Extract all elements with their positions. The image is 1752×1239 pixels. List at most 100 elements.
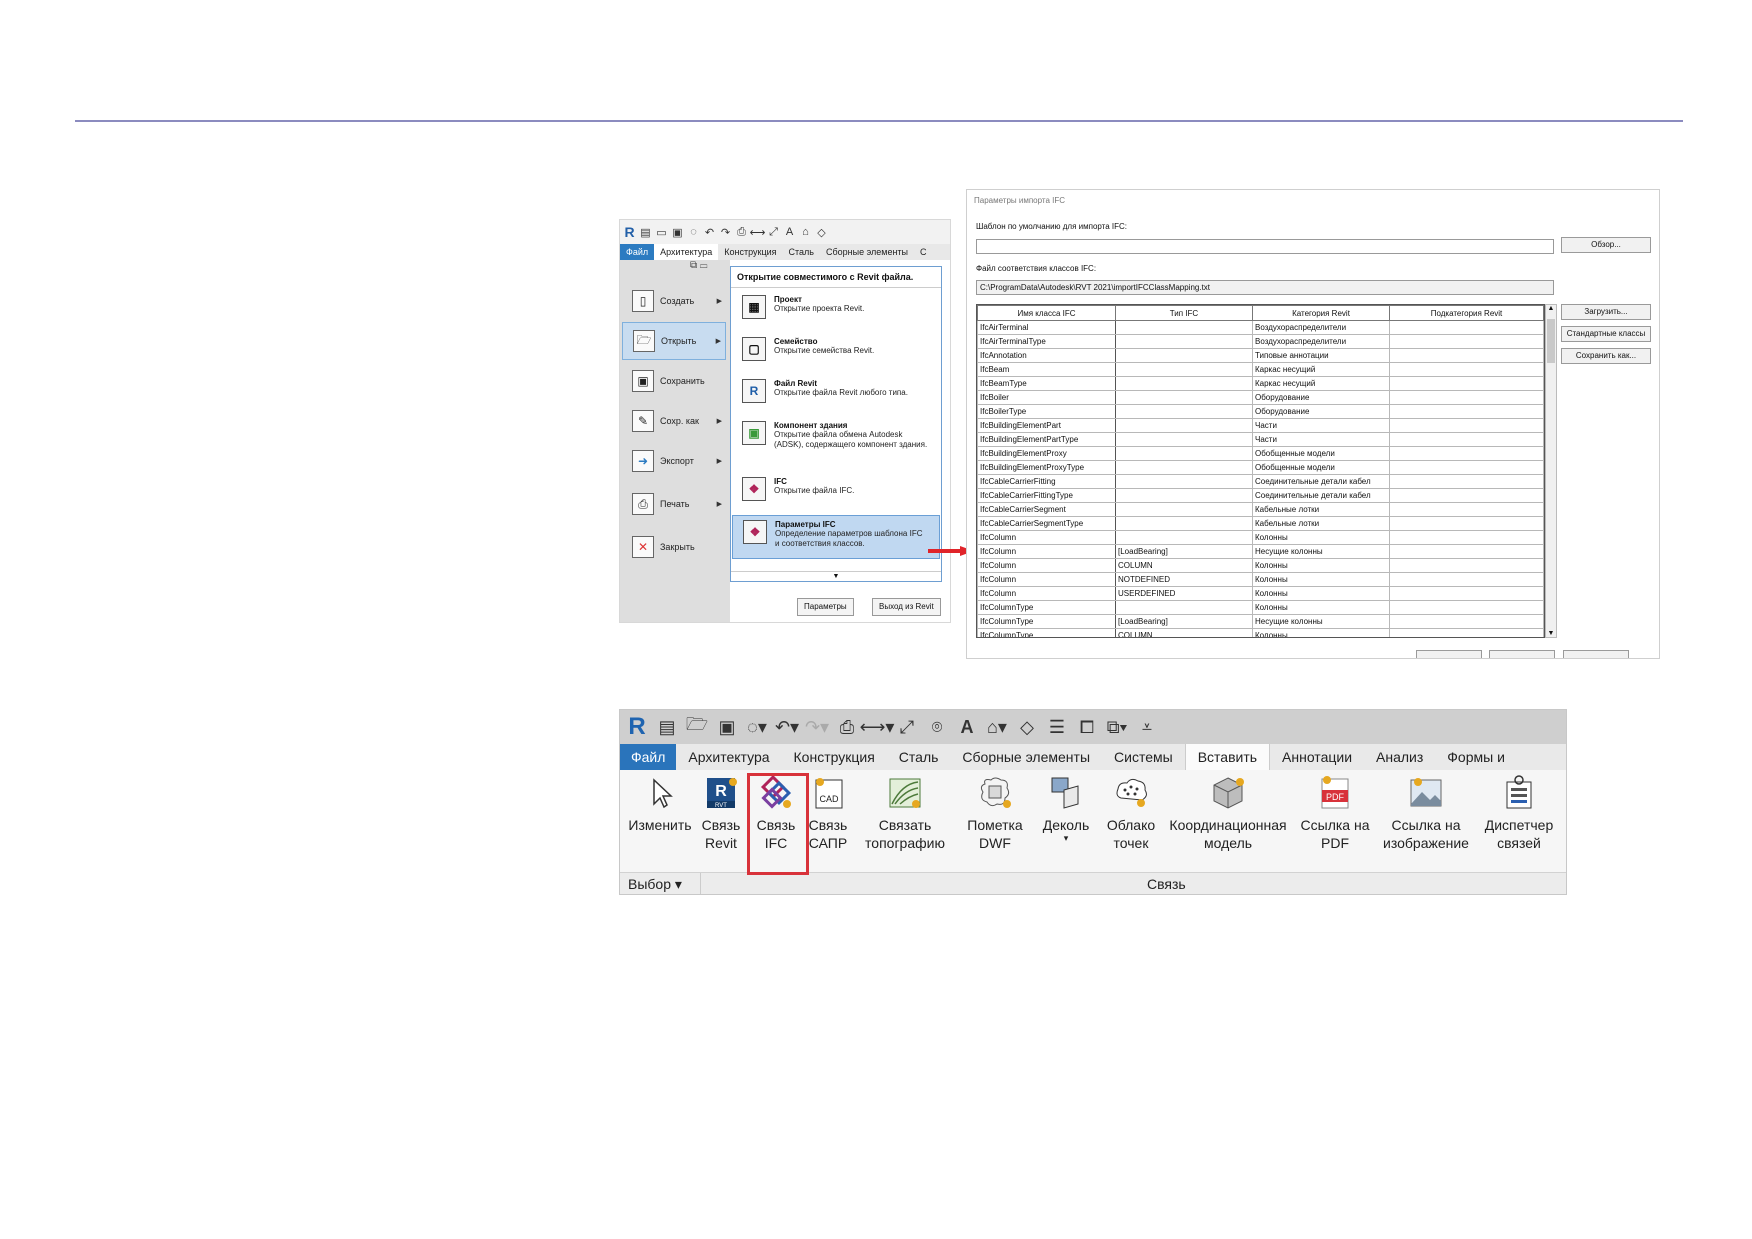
menu-close[interactable]: ✕ Закрыть (622, 528, 726, 566)
table-cell[interactable] (1115, 376, 1253, 391)
section-icon[interactable]: ◇ (1016, 717, 1038, 738)
table-cell[interactable]: Типовые аннотации (1252, 348, 1390, 363)
table-row[interactable]: IfcCableCarrierSegmentType Кабельные лотк… (977, 516, 1544, 531)
table-cell[interactable] (1115, 418, 1253, 433)
coordination-model-button[interactable]: Координационная модель (1164, 774, 1292, 852)
submenu-family[interactable]: ▢ Семейство Открытие семейства Revit. (732, 333, 940, 365)
table-cell[interactable]: Части (1252, 418, 1390, 433)
revit-logo[interactable]: R (623, 224, 636, 240)
recent-docs-icon[interactable]: ⧉ ▭ (690, 260, 708, 271)
tab-structure[interactable]: Конструкция (782, 744, 887, 770)
thin-lines-icon[interactable]: ☰ (1046, 717, 1068, 738)
table-cell[interactable]: IfcAirTerminal (977, 320, 1116, 335)
table-cell[interactable] (1389, 572, 1544, 587)
submenu-building-component[interactable]: ▣ Компонент здания Открытие файла обмена … (732, 417, 940, 454)
table-cell[interactable]: Соединительные детали кабел (1252, 474, 1390, 489)
column-header[interactable]: Подкатегория Revit (1389, 305, 1544, 321)
pdf-link-button[interactable]: PDF Ссылка на PDF (1295, 774, 1375, 852)
menu-open[interactable]: 🗁 Открыть ▶ (622, 322, 726, 360)
table-cell[interactable]: IfcCableCarrierFittingType (977, 488, 1116, 503)
table-cell[interactable]: Оборудование (1252, 390, 1390, 405)
close-hidden-icon[interactable]: ⧠ (1076, 717, 1098, 738)
table-cell[interactable] (1115, 530, 1253, 545)
table-cell[interactable]: IfcColumnType (977, 600, 1116, 615)
submenu-ifc-options[interactable]: ❖ Параметры IFC Определение параметров ша… (732, 515, 940, 559)
home-icon[interactable]: ▤ (639, 226, 652, 239)
table-cell[interactable]: COLUMN (1115, 558, 1253, 573)
ok-button[interactable] (1416, 650, 1482, 658)
table-row[interactable]: IfcBeam Каркас несущий (977, 362, 1544, 377)
table-cell[interactable]: Кабельные лотки (1252, 502, 1390, 517)
table-cell[interactable]: [LoadBearing] (1115, 544, 1253, 559)
table-cell[interactable] (1389, 600, 1544, 615)
menu-print[interactable]: ⎙ Печать ▶ (622, 485, 726, 523)
table-cell[interactable]: IfcBoilerType (977, 404, 1116, 419)
table-cell[interactable] (1389, 348, 1544, 363)
table-cell[interactable] (1115, 502, 1253, 517)
tag-icon[interactable]: ⌾ (926, 717, 948, 738)
submenu-scroll-down[interactable]: ▼ (731, 571, 941, 581)
table-row[interactable]: IfcColumn NOTDEFINED Колонны (977, 572, 1544, 587)
table-cell[interactable] (1115, 600, 1253, 615)
tab-precast[interactable]: Сборные элементы (820, 244, 914, 260)
table-row[interactable]: IfcColumnType Колонны (977, 600, 1544, 615)
3d-view-icon[interactable]: ⌂ (799, 226, 812, 239)
menu-create[interactable]: ▯ Создать ▶ (622, 282, 726, 320)
menu-save-as[interactable]: ✎ Сохр. как ▶ (622, 402, 726, 440)
sync-icon[interactable]: ◌▾ (746, 717, 768, 738)
table-cell[interactable]: IfcBuildingElementPartType (977, 432, 1116, 447)
table-cell[interactable] (1389, 432, 1544, 447)
customize-qat-icon[interactable]: ⩡ (1136, 717, 1158, 738)
tab-massing-partial[interactable]: Формы и (1435, 744, 1517, 770)
table-scrollbar[interactable]: ▲ ▼ (1545, 304, 1557, 638)
table-row[interactable]: IfcBuildingElementPartType Части (977, 432, 1544, 447)
table-row[interactable]: IfcColumnType [LoadBearing] Несущие колонн… (977, 614, 1544, 629)
link-cad-button[interactable]: CAD Связь САПР (805, 774, 851, 852)
table-cell[interactable] (1115, 432, 1253, 447)
image-link-button[interactable]: Ссылка на изображение (1378, 774, 1474, 852)
table-row[interactable]: IfcColumn Колонны (977, 530, 1544, 545)
chevron-down-icon[interactable]: ▾ (1035, 834, 1097, 843)
table-cell[interactable]: Колонны (1252, 530, 1390, 545)
print-icon[interactable]: ⎙ (735, 226, 748, 239)
open-icon[interactable]: ▭ (655, 226, 668, 239)
table-cell[interactable] (1389, 502, 1544, 517)
table-cell[interactable]: IfcAnnotation (977, 348, 1116, 363)
redo-icon[interactable]: ↷▾ (805, 717, 829, 738)
print-icon[interactable]: ⎙ (836, 717, 858, 738)
table-row[interactable]: IfcBuildingElementPart Части (977, 418, 1544, 433)
table-cell[interactable] (1115, 446, 1253, 461)
table-cell[interactable]: Оборудование (1252, 404, 1390, 419)
undo-icon[interactable]: ↶▾ (775, 717, 799, 738)
tab-analyze[interactable]: Анализ (1364, 744, 1435, 770)
cancel-button[interactable] (1489, 650, 1555, 658)
point-cloud-button[interactable]: Облако точек (1100, 774, 1162, 852)
scroll-thumb[interactable] (1547, 319, 1555, 363)
table-cell[interactable]: NOTDEFINED (1115, 572, 1253, 587)
table-cell[interactable]: IfcAirTerminalType (977, 334, 1116, 349)
table-cell[interactable] (1389, 628, 1544, 637)
menu-save[interactable]: ▣ Сохранить (622, 362, 726, 400)
tab-systems-partial[interactable]: С (914, 244, 933, 260)
table-cell[interactable]: IfcColumn (977, 544, 1116, 559)
table-cell[interactable] (1389, 516, 1544, 531)
table-cell[interactable] (1389, 474, 1544, 489)
table-cell[interactable]: IfcColumnType (977, 614, 1116, 629)
modify-button[interactable]: Изменить (628, 774, 692, 834)
table-cell[interactable] (1389, 404, 1544, 419)
section-icon[interactable]: ◇ (815, 226, 828, 239)
text-icon[interactable]: A (783, 226, 796, 239)
submenu-revit-file[interactable]: R Файл Revit Открытие файла Revit любого … (732, 375, 940, 407)
table-cell[interactable] (1115, 460, 1253, 475)
tab-architecture[interactable]: Архитектура (676, 744, 781, 770)
table-row[interactable]: IfcBuildingElementProxyType Обобщенные мо… (977, 460, 1544, 475)
table-cell[interactable]: IfcCableCarrierSegmentType (977, 516, 1116, 531)
table-cell[interactable] (1389, 488, 1544, 503)
column-header[interactable]: Тип IFC (1115, 305, 1253, 321)
table-cell[interactable]: IfcCableCarrierSegment (977, 502, 1116, 517)
table-row[interactable]: IfcAirTerminalType Воздухораспределители (977, 334, 1544, 349)
table-cell[interactable]: Колонны (1252, 572, 1390, 587)
table-cell[interactable]: IfcColumn (977, 586, 1116, 601)
home-icon[interactable]: ▤ (656, 717, 678, 738)
table-row[interactable]: IfcCableCarrierFittingType Соединительные… (977, 488, 1544, 503)
